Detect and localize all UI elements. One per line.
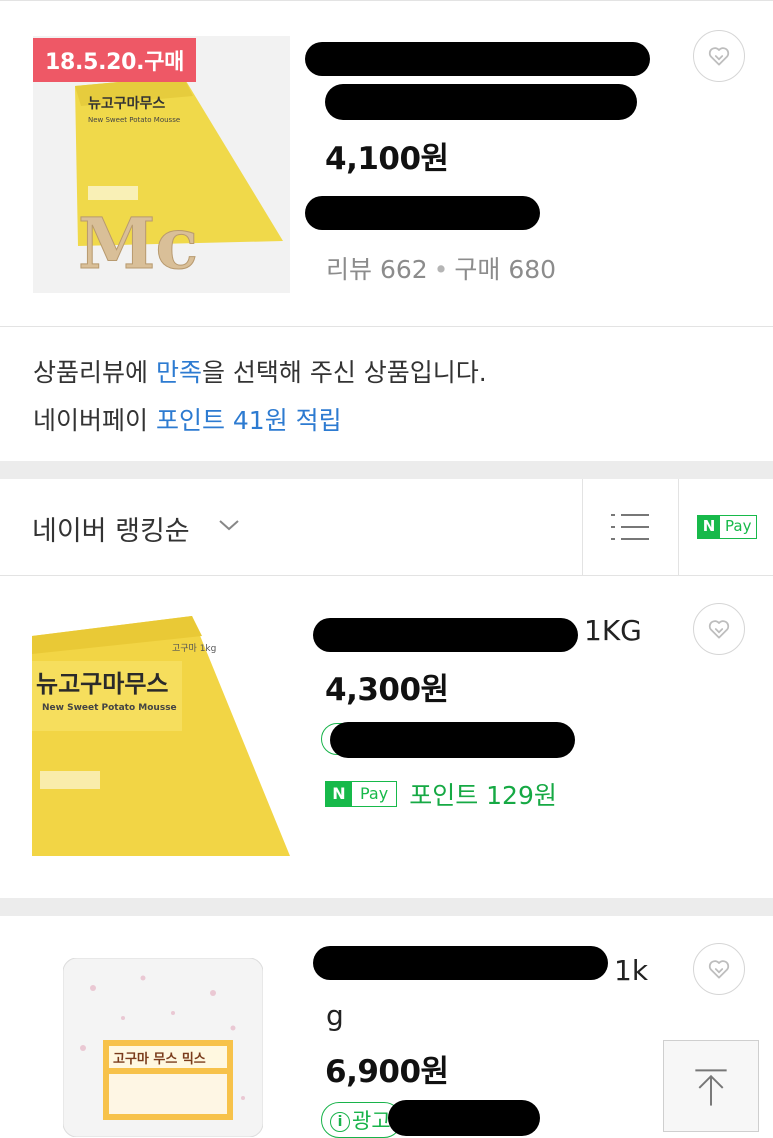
product-title-tail-wrap: g	[326, 999, 344, 1032]
npay-logo: N Pay	[325, 781, 398, 807]
product-thumbnail[interactable]: 고구마 무스 믹스	[63, 958, 263, 1137]
svg-text:뉴고구마무스: 뉴고구마무스	[88, 96, 165, 112]
point-amount: 포인트 129원	[409, 781, 557, 810]
satisfaction-highlight: 만족	[155, 358, 202, 387]
toolbar-separator	[678, 479, 679, 575]
svg-text:New Sweet Potato Mousse: New Sweet Potato Mousse	[42, 703, 177, 713]
npay-n-mark: N	[326, 782, 352, 806]
product-thumbnail[interactable]: 고구마 1kg 뉴고구마무스 New Sweet Potato Mousse	[32, 606, 290, 862]
wishlist-button[interactable]	[693, 943, 745, 995]
section-gap	[0, 898, 773, 916]
heart-icon	[708, 960, 730, 979]
list-view-button[interactable]	[583, 479, 678, 575]
svg-text:고구마 1kg: 고구마 1kg	[172, 643, 216, 654]
list-view-icon	[611, 514, 649, 540]
review-purchase-stats: 리뷰 662 • 구매 680	[326, 250, 556, 286]
scroll-to-top-button[interactable]	[663, 1040, 759, 1132]
notice-line-1: 상품리뷰에 만족을 선택해 주신 상품입니다.	[33, 353, 487, 389]
redacted-seller	[388, 1100, 540, 1136]
sort-toolbar: 네이버 랭킹순 N Pay	[0, 479, 773, 575]
product-title-tail: 1k	[614, 954, 649, 987]
notice-text: 상품리뷰에	[33, 358, 156, 387]
heart-icon	[708, 620, 730, 639]
npay-logo: N Pay	[697, 515, 758, 539]
npay-pay-text: Pay	[360, 784, 389, 803]
product-price: 4,100원	[325, 141, 449, 177]
heart-icon	[708, 47, 730, 66]
redacted-title-line-2	[325, 84, 637, 120]
purchase-date-badge: 18.5.20.구매	[33, 38, 197, 82]
npay-pay-text: Pay	[725, 517, 752, 535]
npay-filter-button[interactable]: N Pay	[697, 515, 758, 539]
npay-point-line: N Pay 포인트 129원	[325, 776, 557, 812]
stat-separator: •	[433, 255, 449, 284]
product-price: 4,300원	[325, 672, 449, 708]
redacted-title	[313, 946, 608, 980]
review-notice: 상품리뷰에 만족을 선택해 주신 상품입니다. 네이버페이 포인트 41원 적립	[0, 327, 773, 461]
npay-n-mark: N	[698, 516, 720, 538]
svg-text:뉴고구마무스: 뉴고구마무스	[36, 670, 168, 698]
notice-text: 을 선택해 주신 상품입니다.	[201, 358, 487, 387]
product-card-2[interactable]: 고구마 1kg 뉴고구마무스 New Sweet Potato Mousse 1…	[0, 576, 773, 898]
chevron-down-icon[interactable]	[218, 517, 240, 533]
product-image: 고구마 무스 믹스	[63, 958, 263, 1137]
section-gap	[0, 461, 773, 479]
svg-text:고구마 무스 믹스: 고구마 무스 믹스	[113, 1051, 206, 1067]
redacted-seller	[330, 722, 575, 758]
wishlist-button[interactable]	[693, 603, 745, 655]
product-price: 6,900원	[325, 1054, 449, 1090]
svg-text:Mc: Mc	[78, 202, 198, 285]
ad-text: 광고	[352, 1109, 391, 1133]
review-count: 리뷰 662	[326, 255, 428, 284]
redacted-title	[313, 618, 578, 652]
sort-dropdown[interactable]: 네이버 랭킹순	[32, 509, 190, 548]
svg-text:New Sweet Potato Mousse: New Sweet Potato Mousse	[88, 116, 180, 124]
product-card-3[interactable]: 고구마 무스 믹스 1k g 6,900원 i 광고	[0, 916, 773, 1138]
wishlist-button[interactable]	[693, 30, 745, 82]
product-title-tail: 1KG	[584, 614, 642, 647]
redacted-title-line-1	[305, 42, 650, 76]
product-card-1[interactable]: 뉴고구마무스 New Sweet Potato Mousse Mc 18.5.2…	[0, 0, 773, 326]
product-image: 고구마 1kg 뉴고구마무스 New Sweet Potato Mousse	[32, 606, 290, 862]
notice-text: 네이버페이	[33, 406, 156, 435]
scroll-top-icon	[695, 1069, 727, 1106]
point-reward-highlight: 포인트 41원 적립	[155, 406, 342, 435]
purchase-count: 구매 680	[454, 255, 557, 284]
top-border	[0, 0, 773, 1]
redacted-seller	[305, 196, 540, 230]
info-icon: i	[330, 1112, 350, 1132]
notice-line-2: 네이버페이 포인트 41원 적립	[33, 401, 342, 437]
